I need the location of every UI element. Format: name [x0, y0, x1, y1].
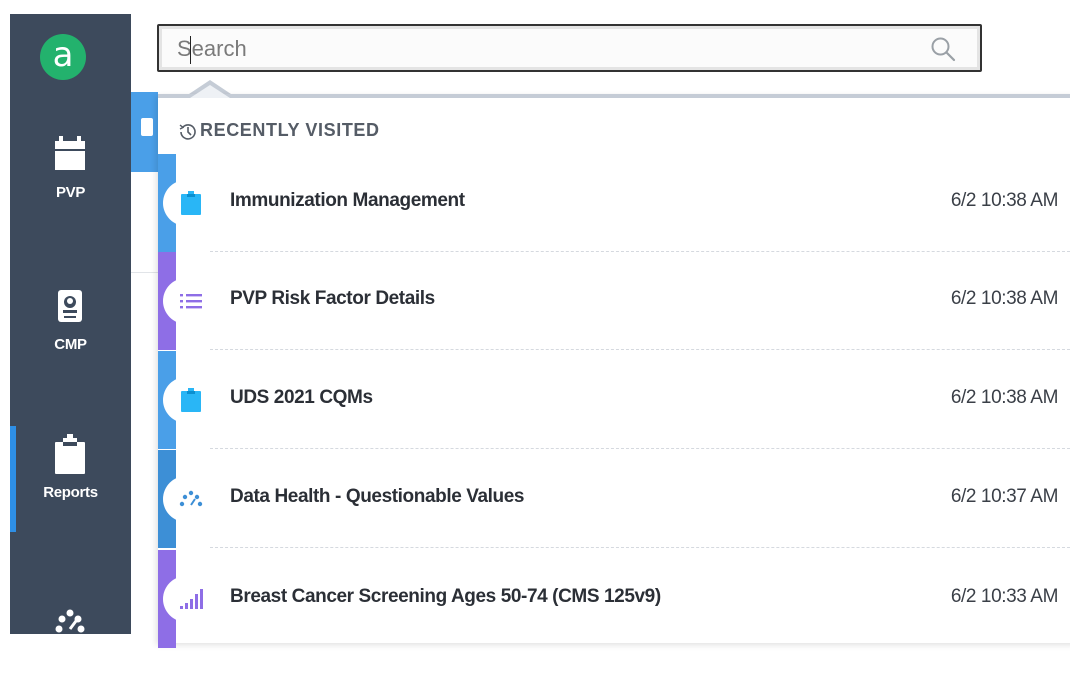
background-tab-strip [131, 92, 158, 172]
sidebar-item-label: PVP [55, 184, 86, 201]
list-icon [180, 294, 202, 309]
recent-item-time: 6/2 10:38 AM [950, 190, 1059, 211]
gauge-icon [55, 609, 85, 633]
clipboard-icon [55, 434, 85, 474]
recent-item[interactable]: Breast Cancer Screening Ages 50-74 (CMS … [158, 550, 1070, 648]
recent-item-time: 6/2 10:38 AM [950, 288, 1059, 309]
recent-item-title: Breast Cancer Screening Ages 50-74 (CMS … [230, 586, 661, 607]
id-badge-icon [58, 290, 82, 322]
clipboard-icon [181, 191, 201, 215]
history-icon [179, 124, 196, 140]
recent-item-title: UDS 2021 CQMs [230, 387, 373, 408]
search-input[interactable] [177, 34, 897, 64]
recent-item-title: PVP Risk Factor Details [230, 288, 435, 309]
sidebar-item-label: CMP [54, 336, 87, 353]
clipboard-icon [181, 388, 201, 412]
row-divider [210, 448, 1070, 449]
recent-item-title: Immunization Management [230, 190, 465, 211]
sidebar-item-reports[interactable]: Reports [10, 426, 131, 532]
search-icon[interactable] [930, 36, 956, 62]
recent-item-time: 6/2 10:37 AM [950, 486, 1059, 507]
dropdown-pointer-inner [190, 85, 230, 98]
sidebar-item-label: Reports [43, 484, 98, 501]
sidebar-item-pvp[interactable]: PVP [10, 134, 131, 230]
recent-item[interactable]: Data Health - Questionable Values 6/2 10… [158, 450, 1070, 548]
gauge-icon [179, 490, 203, 507]
row-divider [210, 349, 1070, 350]
search-box[interactable] [157, 24, 982, 72]
calendar-icon [55, 136, 85, 170]
row-divider [210, 547, 1070, 548]
sidebar-item-cmp[interactable]: CMP [10, 286, 131, 382]
text-cursor [190, 36, 191, 64]
recently-visited-dropdown: RECENTLY VISITED Immunization Management… [158, 94, 1070, 648]
app-logo[interactable]: a [40, 34, 86, 80]
recent-item-time: 6/2 10:38 AM [950, 387, 1059, 408]
background-panel [131, 172, 158, 273]
bar-chart-icon [180, 589, 203, 609]
sidebar-item-data-health[interactable] [10, 599, 131, 695]
recent-item[interactable]: PVP Risk Factor Details 6/2 10:38 AM [158, 252, 1070, 350]
sidebar-nav: a PVP CMP Reports [10, 14, 131, 634]
recently-visited-label: RECENTLY VISITED [200, 120, 380, 140]
recent-item-time: 6/2 10:33 AM [950, 586, 1059, 607]
recent-item-title: Data Health - Questionable Values [230, 486, 525, 507]
top-strip [0, 0, 1070, 14]
recent-item[interactable]: Immunization Management 6/2 10:38 AM [158, 154, 1070, 252]
clipboard-icon [141, 118, 153, 136]
recent-item[interactable]: UDS 2021 CQMs 6/2 10:38 AM [158, 351, 1070, 449]
